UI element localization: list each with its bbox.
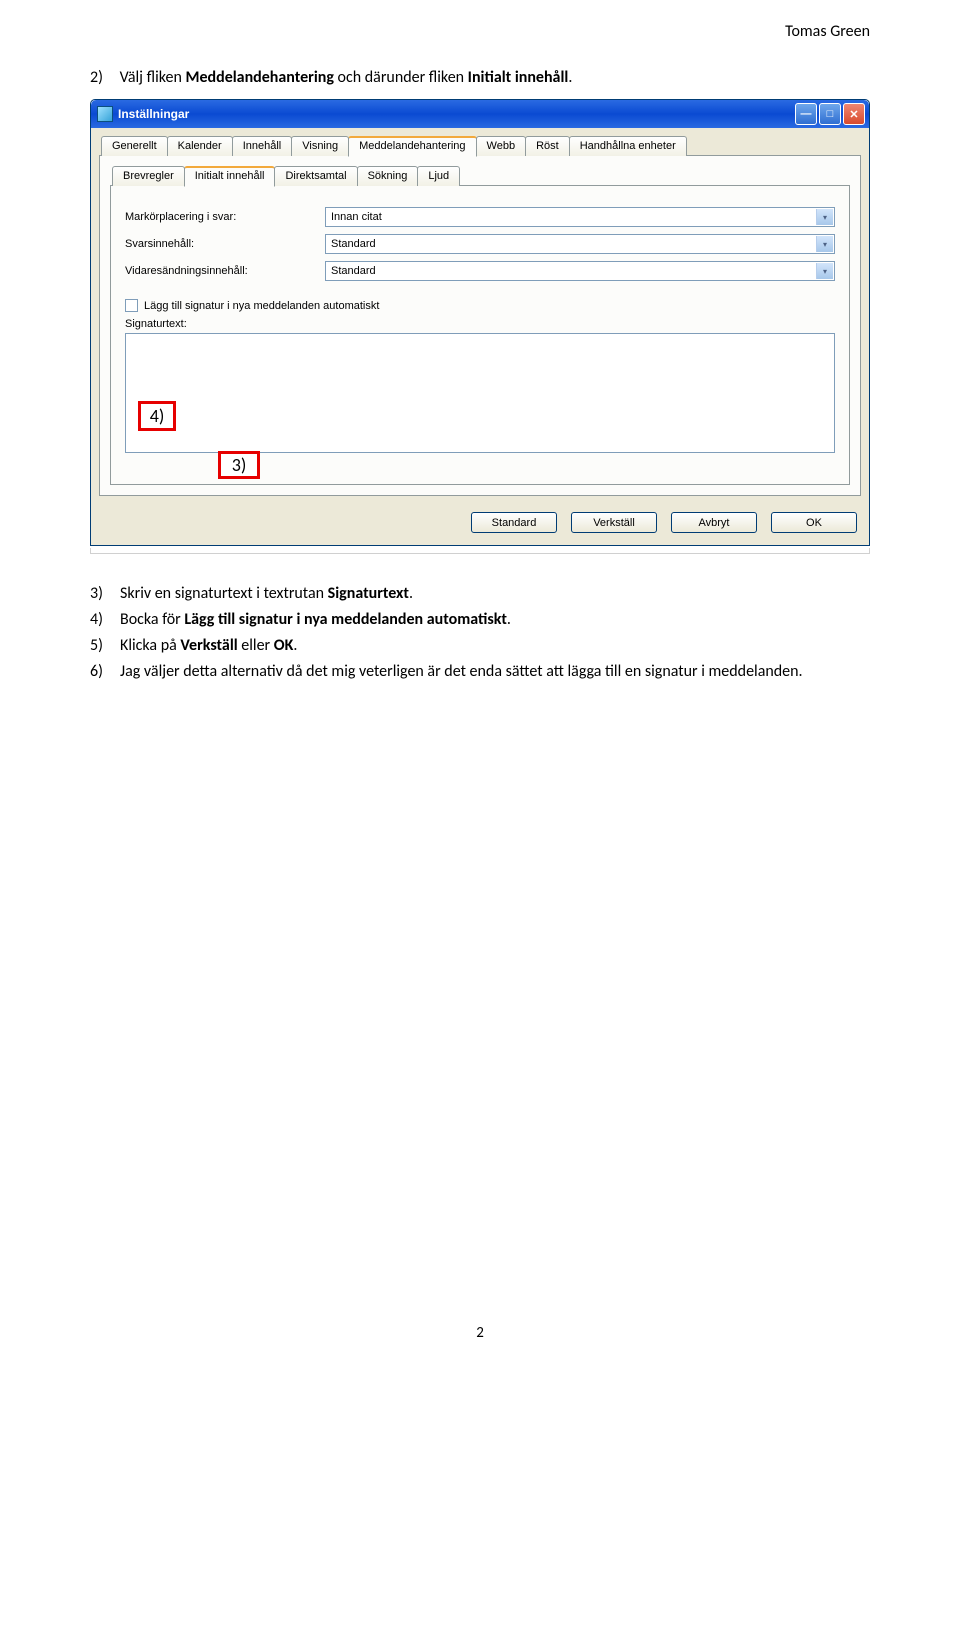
instruction-5: 5) Klicka på Verkställ eller OK.	[90, 634, 870, 658]
ok-button[interactable]: OK	[771, 512, 857, 533]
primary-tab-content: Brevregler Initialt innehåll Direktsamta…	[99, 155, 861, 496]
dialog-title: Inställningar	[118, 107, 793, 121]
window-bottom-edge	[90, 548, 870, 554]
subtab-ljud[interactable]: Ljud	[417, 166, 460, 186]
annotation-marker-4: 4)	[138, 401, 176, 431]
textarea-signaturtext[interactable]	[125, 333, 835, 453]
combo-value: Innan citat	[331, 211, 382, 223]
minimize-button[interactable]: —	[795, 103, 817, 125]
titlebar: Inställningar — □ ✕	[91, 100, 869, 128]
label-markorplacering: Markörplacering i svar:	[125, 211, 325, 223]
page-header-author: Tomas Green	[785, 22, 870, 41]
step-number: 3)	[90, 582, 120, 606]
step-text-bold1: Meddelandehantering	[185, 68, 333, 87]
tab-generellt[interactable]: Generellt	[101, 136, 168, 156]
tab-kalender[interactable]: Kalender	[167, 136, 233, 156]
combo-markorplacering[interactable]: Innan citat ▾	[325, 207, 835, 227]
text-bold: Lägg till signatur i nya meddelanden aut…	[184, 610, 507, 629]
chevron-down-icon: ▾	[816, 209, 833, 225]
avbryt-button[interactable]: Avbryt	[671, 512, 757, 533]
subtab-direktsamtal[interactable]: Direktsamtal	[274, 166, 357, 186]
text-bold: Signaturtext	[328, 584, 409, 603]
standard-button[interactable]: Standard	[471, 512, 557, 533]
close-button[interactable]: ✕	[843, 103, 865, 125]
step-text: Klicka på Verkställ eller OK.	[120, 634, 297, 658]
instruction-3: 3) Skriv en signaturtext i textrutan Sig…	[90, 582, 870, 606]
text: Skriv en signaturtext i textrutan	[120, 584, 328, 603]
text: .	[409, 584, 413, 603]
annotation-marker-3: 3)	[218, 451, 260, 479]
settings-dialog: Inställningar — □ ✕ Generellt Kalender I…	[90, 99, 870, 546]
chevron-down-icon: ▾	[816, 236, 833, 252]
subtab-initialt-innehall[interactable]: Initialt innehåll	[184, 166, 276, 187]
text: .	[293, 636, 297, 655]
app-icon	[97, 106, 113, 122]
step-text: Skriv en signaturtext i textrutan Signat…	[120, 582, 413, 606]
step-text: Bocka för Lägg till signatur i nya medde…	[120, 608, 511, 632]
instruction-4: 4) Bocka för Lägg till signatur i nya me…	[90, 608, 870, 632]
step-text: Jag väljer detta alternativ då det mig v…	[120, 660, 803, 684]
row-vidaresandning: Vidaresändningsinnehåll: Standard ▾	[125, 261, 835, 281]
primary-tabs: Generellt Kalender Innehåll Visning Medd…	[99, 136, 861, 156]
text: eller	[238, 636, 274, 655]
text-bold: Verkställ	[180, 636, 237, 655]
step-number: 6)	[90, 660, 120, 684]
verkstall-button[interactable]: Verkställ	[571, 512, 657, 533]
instruction-list: 3) Skriv en signaturtext i textrutan Sig…	[90, 582, 870, 684]
tab-visning[interactable]: Visning	[291, 136, 349, 156]
text: Jag väljer detta alternativ då det mig v…	[120, 662, 803, 681]
row-svarsinnehall: Svarsinnehåll: Standard ▾	[125, 234, 835, 254]
combo-vidaresandning[interactable]: Standard ▾	[325, 261, 835, 281]
tab-handhallna[interactable]: Handhållna enheter	[569, 136, 687, 156]
text: Klicka på	[120, 636, 180, 655]
combo-value: Standard	[331, 265, 376, 277]
page-number: 2	[90, 1324, 870, 1342]
tab-webb[interactable]: Webb	[476, 136, 527, 156]
dialog-body: Generellt Kalender Innehåll Visning Medd…	[91, 128, 869, 545]
instruction-6: 6) Jag väljer detta alternativ då det mi…	[90, 660, 870, 684]
label-vidaresandning: Vidaresändningsinnehåll:	[125, 265, 325, 277]
sub-tab-content: Markörplacering i svar: Innan citat ▾ Sv…	[110, 185, 850, 485]
tab-rost[interactable]: Röst	[525, 136, 570, 156]
step-number: 2)	[90, 68, 116, 87]
label-signaturtext: Signaturtext:	[125, 318, 835, 330]
row-markorplacering: Markörplacering i svar: Innan citat ▾	[125, 207, 835, 227]
step-number: 4)	[90, 608, 120, 632]
step-text-pre: Välj fliken	[120, 68, 186, 87]
chevron-down-icon: ▾	[816, 263, 833, 279]
text: Bocka för	[120, 610, 184, 629]
combo-svarsinnehall[interactable]: Standard ▾	[325, 234, 835, 254]
sub-tabs: Brevregler Initialt innehåll Direktsamta…	[110, 166, 850, 186]
step-text-bold2: Initialt innehåll	[468, 68, 569, 87]
instruction-2: 2) Välj fliken Meddelandehantering och d…	[90, 68, 870, 87]
step-text-post: .	[568, 68, 572, 87]
label-svarsinnehall: Svarsinnehåll:	[125, 238, 325, 250]
subtab-brevregler[interactable]: Brevregler	[112, 166, 185, 186]
step-text-mid: och därunder fliken	[334, 68, 468, 87]
maximize-button[interactable]: □	[819, 103, 841, 125]
text: .	[507, 610, 511, 629]
dialog-button-row: Standard Verkställ Avbryt OK	[99, 504, 861, 537]
tab-innehall[interactable]: Innehåll	[232, 136, 293, 156]
row-auto-signature: Lägg till signatur i nya meddelanden aut…	[125, 299, 835, 312]
step-number: 5)	[90, 634, 120, 658]
text-bold: OK	[274, 636, 294, 655]
subtab-sokning[interactable]: Sökning	[357, 166, 419, 186]
checkbox-auto-signature[interactable]	[125, 299, 138, 312]
tab-meddelandehantering[interactable]: Meddelandehantering	[348, 136, 476, 157]
combo-value: Standard	[331, 238, 376, 250]
label-auto-signature: Lägg till signatur i nya meddelanden aut…	[144, 300, 379, 312]
